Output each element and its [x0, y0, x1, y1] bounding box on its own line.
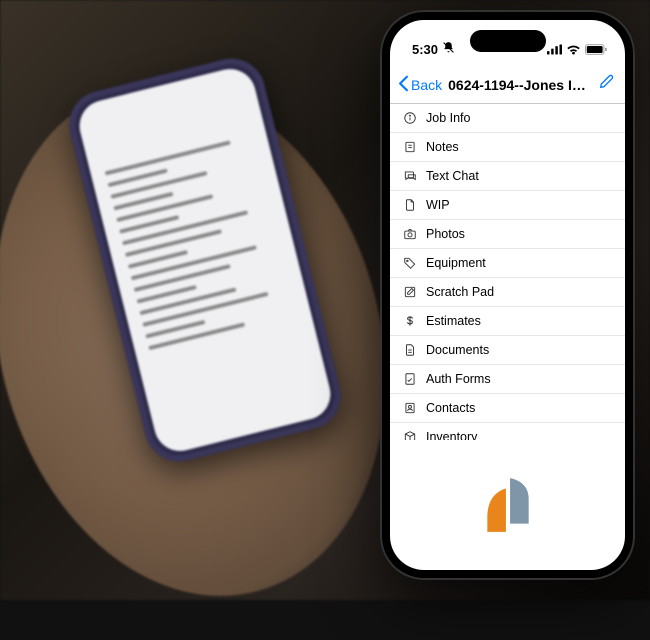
signal-icon	[547, 44, 562, 55]
chat-icon	[402, 169, 417, 184]
menu-item-label: Notes	[426, 140, 459, 154]
menu-item-job-info[interactable]: Job Info	[390, 104, 625, 133]
nav-bar: Back 0624-1194--Jones Iww, ...	[390, 66, 625, 104]
phone-frame: 5:30 Bac	[380, 10, 635, 580]
logo-area	[390, 440, 625, 570]
file-icon	[402, 198, 417, 213]
dollar-icon	[402, 314, 417, 329]
menu-item-label: Documents	[426, 343, 489, 357]
menu-item-label: Photos	[426, 227, 465, 241]
menu-item-label: Job Info	[426, 111, 470, 125]
camera-icon	[402, 227, 417, 242]
back-label: Back	[411, 77, 442, 93]
dynamic-island	[470, 30, 546, 52]
compose-icon	[598, 74, 614, 95]
back-button[interactable]: Back	[398, 75, 442, 95]
box-icon	[402, 430, 417, 441]
menu-item-scratch-pad[interactable]: Scratch Pad	[390, 278, 625, 307]
menu-item-label: Inventory	[426, 430, 477, 440]
nav-title: 0624-1194--Jones Iww, ...	[444, 77, 593, 93]
menu-item-documents[interactable]: Documents	[390, 336, 625, 365]
doc-icon	[402, 343, 417, 358]
phone-screen: 5:30 Bac	[390, 20, 625, 570]
info-icon	[402, 111, 417, 126]
menu-item-inventory[interactable]: Inventory	[390, 423, 625, 440]
menu-item-contacts[interactable]: Contacts	[390, 394, 625, 423]
menu-item-equipment[interactable]: Equipment	[390, 249, 625, 278]
chevron-left-icon	[398, 75, 409, 95]
edit-button[interactable]	[595, 74, 617, 95]
menu-list: Job Info Notes Text Chat WIP Photos Equipment…	[390, 104, 625, 440]
battery-icon	[585, 44, 607, 55]
menu-item-label: Equipment	[426, 256, 486, 270]
menu-item-label: Auth Forms	[426, 372, 491, 386]
menu-item-photos[interactable]: Photos	[390, 220, 625, 249]
menu-item-estimates[interactable]: Estimates	[390, 307, 625, 336]
brand-logo	[477, 474, 539, 536]
menu-item-label: Scratch Pad	[426, 285, 494, 299]
contacts-icon	[402, 401, 417, 416]
note-icon	[402, 140, 417, 155]
menu-item-label: WIP	[426, 198, 450, 212]
menu-item-label: Estimates	[426, 314, 481, 328]
wifi-icon	[566, 44, 581, 55]
pencil-sq-icon	[402, 285, 417, 300]
form-icon	[402, 372, 417, 387]
tag-icon	[402, 256, 417, 271]
menu-item-text-chat[interactable]: Text Chat	[390, 162, 625, 191]
menu-item-notes[interactable]: Notes	[390, 133, 625, 162]
menu-item-label: Contacts	[426, 401, 475, 415]
menu-item-label: Text Chat	[426, 169, 479, 183]
status-time: 5:30	[412, 42, 438, 57]
menu-item-wip[interactable]: WIP	[390, 191, 625, 220]
bell-slash-icon	[442, 41, 455, 57]
menu-item-auth-forms[interactable]: Auth Forms	[390, 365, 625, 394]
